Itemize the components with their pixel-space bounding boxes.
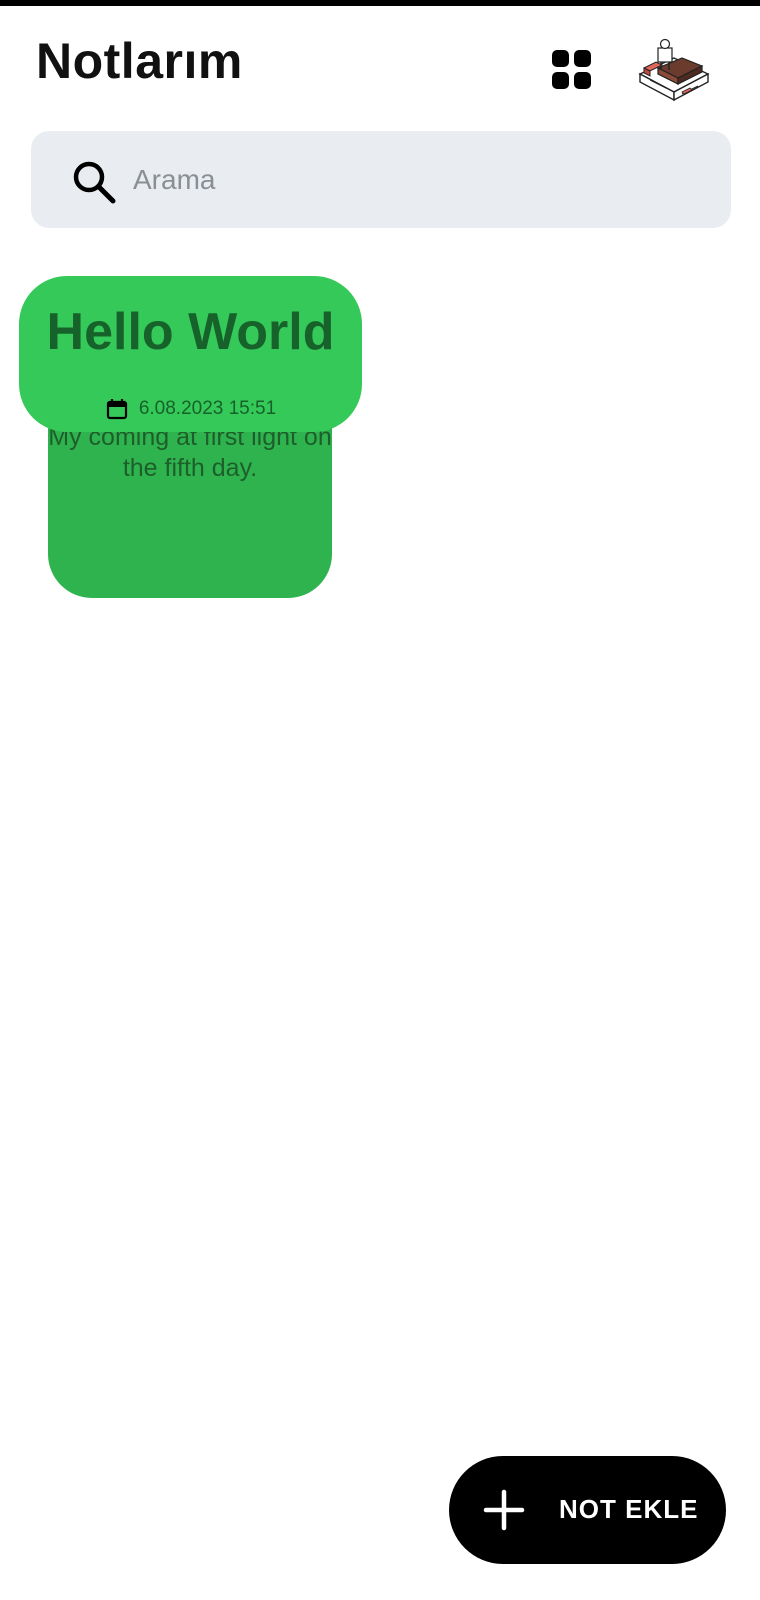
grid-view-button[interactable] <box>552 50 592 90</box>
avatar[interactable] <box>636 36 712 112</box>
note-date: 6.08.2023 15:51 <box>138 398 277 419</box>
calendar-icon <box>106 399 127 420</box>
add-note-button[interactable]: NOT EKLE <box>449 1456 726 1564</box>
note-card[interactable]: My coming at first light on the fifth da… <box>19 276 362 598</box>
grid-view-icon <box>552 50 591 89</box>
plus-icon <box>483 1489 525 1531</box>
note-date-row: 6.08.2023 15:51 <box>19 396 362 422</box>
add-note-label: NOT EKLE <box>559 1494 699 1524</box>
search-icon <box>73 161 116 204</box>
note-body-panel: My coming at first light on the fifth da… <box>48 406 332 598</box>
search-bar[interactable] <box>31 131 731 228</box>
note-header-panel: Hello World 6.08.2023 15:51 <box>19 276 362 432</box>
page-title: Notlarım <box>36 33 243 89</box>
avatar-illustration-icon <box>638 38 710 102</box>
app-header: Notlarım <box>0 6 760 130</box>
note-title: Hello World <box>46 303 335 361</box>
search-input[interactable] <box>131 151 705 209</box>
